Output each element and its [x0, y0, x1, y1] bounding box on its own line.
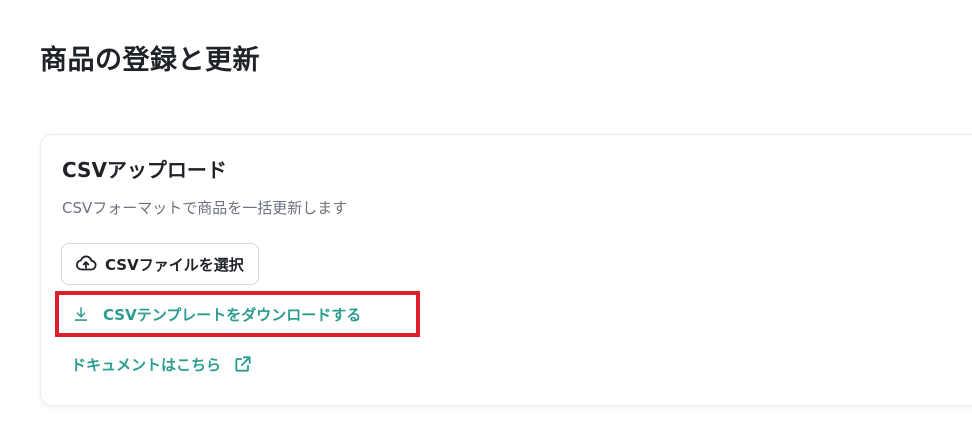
download-csv-template-link[interactable]: CSVテンプレートをダウンロードする: [55, 291, 420, 337]
download-template-label: CSVテンプレートをダウンロードする: [103, 305, 362, 324]
select-file-label: CSVファイルを選択: [105, 255, 244, 274]
download-icon: [72, 305, 90, 323]
page-title: 商品の登録と更新: [40, 45, 260, 76]
cloud-upload-icon: [75, 253, 97, 275]
external-link-icon: [233, 354, 253, 374]
card-title: CSVアップロード: [62, 158, 227, 182]
documentation-link[interactable]: ドキュメントはこちら: [71, 352, 253, 376]
select-csv-file-button[interactable]: CSVファイルを選択: [61, 243, 259, 285]
docs-link-label: ドキュメントはこちら: [71, 355, 222, 374]
card-description: CSVフォーマットで商品を一括更新します: [62, 199, 348, 217]
csv-upload-card: CSVアップロード CSVフォーマットで商品を一括更新します CSVファイルを選…: [40, 134, 972, 406]
